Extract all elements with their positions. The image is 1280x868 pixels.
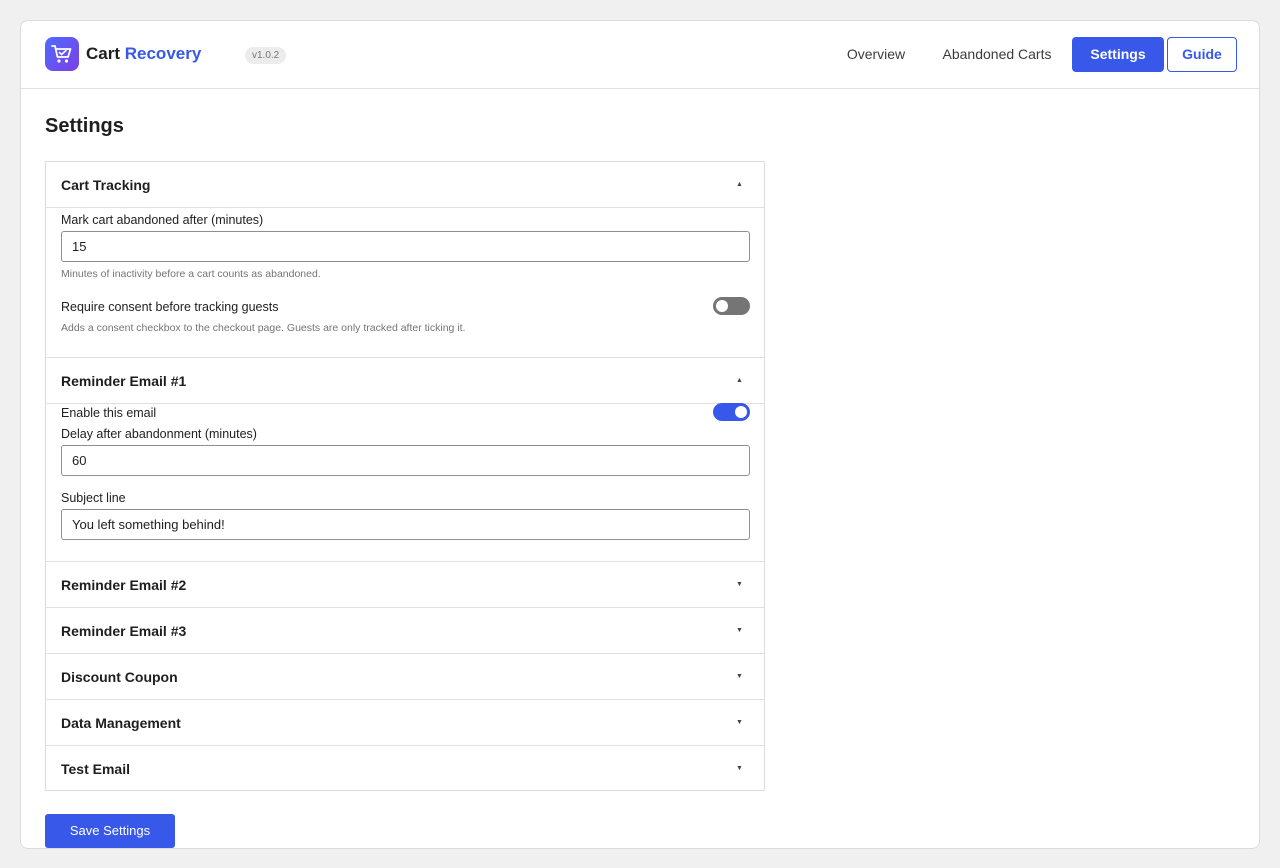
consent-label: Require consent before tracking guests [61, 300, 279, 314]
brand-name: Cart Recovery [86, 43, 201, 65]
nav-overview[interactable]: Overview [833, 37, 919, 72]
section-header-test-email[interactable]: Test Email ▼ [46, 746, 764, 792]
section-header-cart-tracking[interactable]: Cart Tracking ▲ [46, 162, 764, 208]
save-settings-button[interactable]: Save Settings [45, 814, 175, 848]
chevron-up-icon: ▲ [736, 377, 743, 384]
brand-part-1: Cart [86, 44, 121, 63]
section-title: Reminder Email #3 [61, 623, 187, 639]
abandon-minutes-help: Minutes of inactivity before a cart coun… [61, 268, 321, 280]
section-header-reminder-1[interactable]: Reminder Email #1 ▲ [46, 358, 764, 404]
toggle-knob [735, 406, 747, 418]
nav-guide[interactable]: Guide [1167, 37, 1237, 72]
section-header-reminder-2[interactable]: Reminder Email #2 ▼ [46, 562, 764, 608]
section-title: Cart Tracking [61, 177, 151, 193]
chevron-down-icon: ▼ [736, 673, 743, 680]
version-badge: v1.0.2 [245, 47, 287, 64]
consent-help: Adds a consent checkbox to the checkout … [61, 322, 466, 334]
section-header-data-management[interactable]: Data Management ▼ [46, 700, 764, 746]
toggle-knob [716, 300, 728, 312]
settings-panel: Cart Tracking ▲ Mark cart abandoned afte… [45, 161, 765, 791]
app-header: Cart Recovery v1.0.2 Overview Abandoned … [21, 21, 1259, 89]
chevron-down-icon: ▼ [736, 719, 743, 726]
enable-email-label: Enable this email [61, 406, 157, 420]
subject-input[interactable]: You left something behind! [61, 509, 750, 540]
cart-icon [45, 37, 79, 71]
page-title: Settings [45, 115, 124, 137]
chevron-down-icon: ▼ [736, 581, 743, 588]
chevron-down-icon: ▼ [736, 627, 743, 634]
chevron-down-icon: ▼ [736, 765, 743, 772]
section-title: Test Email [61, 761, 130, 777]
chevron-up-icon: ▲ [736, 181, 743, 188]
section-title: Discount Coupon [61, 669, 178, 685]
section-header-reminder-3[interactable]: Reminder Email #3 ▼ [46, 608, 764, 654]
section-title: Data Management [61, 715, 181, 731]
enable-email-toggle[interactable] [713, 403, 750, 421]
nav-settings[interactable]: Settings [1072, 37, 1164, 72]
delay-label: Delay after abandonment (minutes) [61, 427, 257, 441]
delay-input[interactable]: 60 [61, 445, 750, 476]
subject-label: Subject line [61, 491, 126, 505]
settings-card: Cart Recovery v1.0.2 Overview Abandoned … [20, 20, 1260, 849]
section-title: Reminder Email #1 [61, 373, 187, 389]
section-header-discount-coupon[interactable]: Discount Coupon ▼ [46, 654, 764, 700]
abandon-minutes-input[interactable]: 15 [61, 231, 750, 262]
abandon-minutes-label: Mark cart abandoned after (minutes) [61, 213, 264, 227]
brand-part-2: Recovery [124, 44, 202, 63]
nav-abandoned-carts[interactable]: Abandoned Carts [935, 37, 1059, 72]
section-title: Reminder Email #2 [61, 577, 187, 593]
consent-toggle[interactable] [713, 297, 750, 315]
